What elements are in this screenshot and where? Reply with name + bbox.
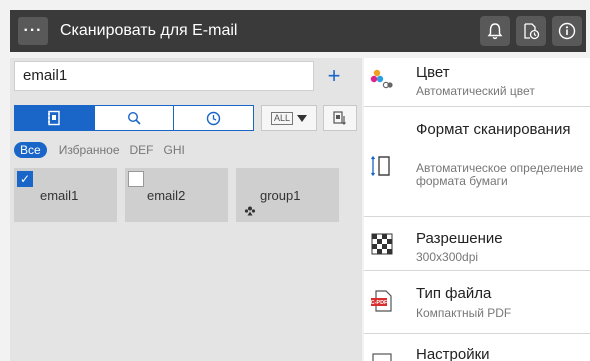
destination-view-tabs <box>14 105 254 131</box>
menu-button[interactable]: ··· <box>18 17 48 45</box>
resolution-icon <box>371 233 393 255</box>
filter-all[interactable]: Все <box>14 142 47 158</box>
filter-def[interactable]: DEF <box>130 143 154 157</box>
pdf-file-icon: C-PDF <box>371 290 392 312</box>
tab-address-book[interactable] <box>15 106 95 130</box>
tab-search[interactable] <box>95 106 175 130</box>
destination-name: group1 <box>260 188 301 203</box>
setting-other[interactable]: Настройки <box>364 334 590 361</box>
all-index-label: ALL <box>270 111 293 125</box>
tab-history[interactable] <box>174 106 253 130</box>
settings-icon <box>372 353 392 361</box>
setting-label: Разрешение <box>416 230 503 247</box>
setting-file-type[interactable]: C-PDF Тип файла Компактный PDF <box>364 271 590 334</box>
notification-button[interactable] <box>480 16 510 46</box>
plus-icon: + <box>327 63 341 88</box>
address-row: email1 + <box>10 58 362 94</box>
setting-label: Формат сканирования <box>416 121 571 138</box>
unchecked-checkbox[interactable] <box>128 171 144 187</box>
group-icon <box>244 206 256 216</box>
scan-size-icon <box>370 155 390 177</box>
checked-checkbox[interactable]: ✓ <box>17 171 33 187</box>
address-input[interactable]: email1 <box>14 61 314 91</box>
setting-label: Тип файла <box>416 285 492 302</box>
clock-icon <box>206 111 221 125</box>
destination-tile-email1[interactable]: ✓ email1 <box>14 168 117 222</box>
bell-icon <box>487 23 503 40</box>
index-dropdown[interactable]: ALL <box>261 105 317 131</box>
address-book-sort-button[interactable] <box>323 105 357 131</box>
color-icon <box>370 69 393 89</box>
title-bar: ··· Сканировать для E-mail <box>10 10 586 52</box>
setting-label: Настройки <box>416 346 490 361</box>
filter-bar: Все Избранное DEF GHI <box>14 141 195 159</box>
setting-value: Автоматическое определение формата бумаг… <box>416 161 584 188</box>
setting-value: Автоматический цвет <box>416 84 535 98</box>
setting-label: Цвет <box>416 64 450 81</box>
destination-name: email1 <box>40 188 79 203</box>
info-icon <box>558 22 576 40</box>
setting-color[interactable]: Цвет Автоматический цвет <box>364 58 590 107</box>
info-button[interactable] <box>552 16 582 46</box>
destination-panel: email1 + ALL Все Избранное DEF GHI ✓ ema… <box>10 58 362 361</box>
setting-value: Компактный PDF <box>416 306 512 320</box>
destination-tile-email2[interactable]: email2 <box>125 168 228 222</box>
filter-favorites[interactable]: Избранное <box>59 143 120 157</box>
address-book-icon <box>48 110 61 126</box>
destination-tile-group1[interactable]: group1 <box>236 168 339 222</box>
settings-panel: Цвет Автоматический цвет Формат сканиров… <box>364 58 590 361</box>
page-title: Сканировать для E-mail <box>60 22 238 39</box>
sort-address-icon <box>333 111 346 125</box>
pdf-badge-text: C-PDF <box>371 300 388 306</box>
setting-scan-size[interactable]: Формат сканирования Автоматическое опред… <box>364 107 590 217</box>
search-icon <box>127 111 141 125</box>
add-destination-button[interactable]: + <box>314 61 354 91</box>
document-clock-icon <box>524 23 540 40</box>
filter-ghi[interactable]: GHI <box>164 143 185 157</box>
setting-resolution[interactable]: Разрешение 300x300dpi <box>364 217 590 271</box>
caret-down-icon <box>297 114 307 122</box>
setting-value: 300x300dpi <box>416 250 479 264</box>
destination-name: email2 <box>147 188 186 203</box>
device-status-button[interactable] <box>516 16 546 46</box>
